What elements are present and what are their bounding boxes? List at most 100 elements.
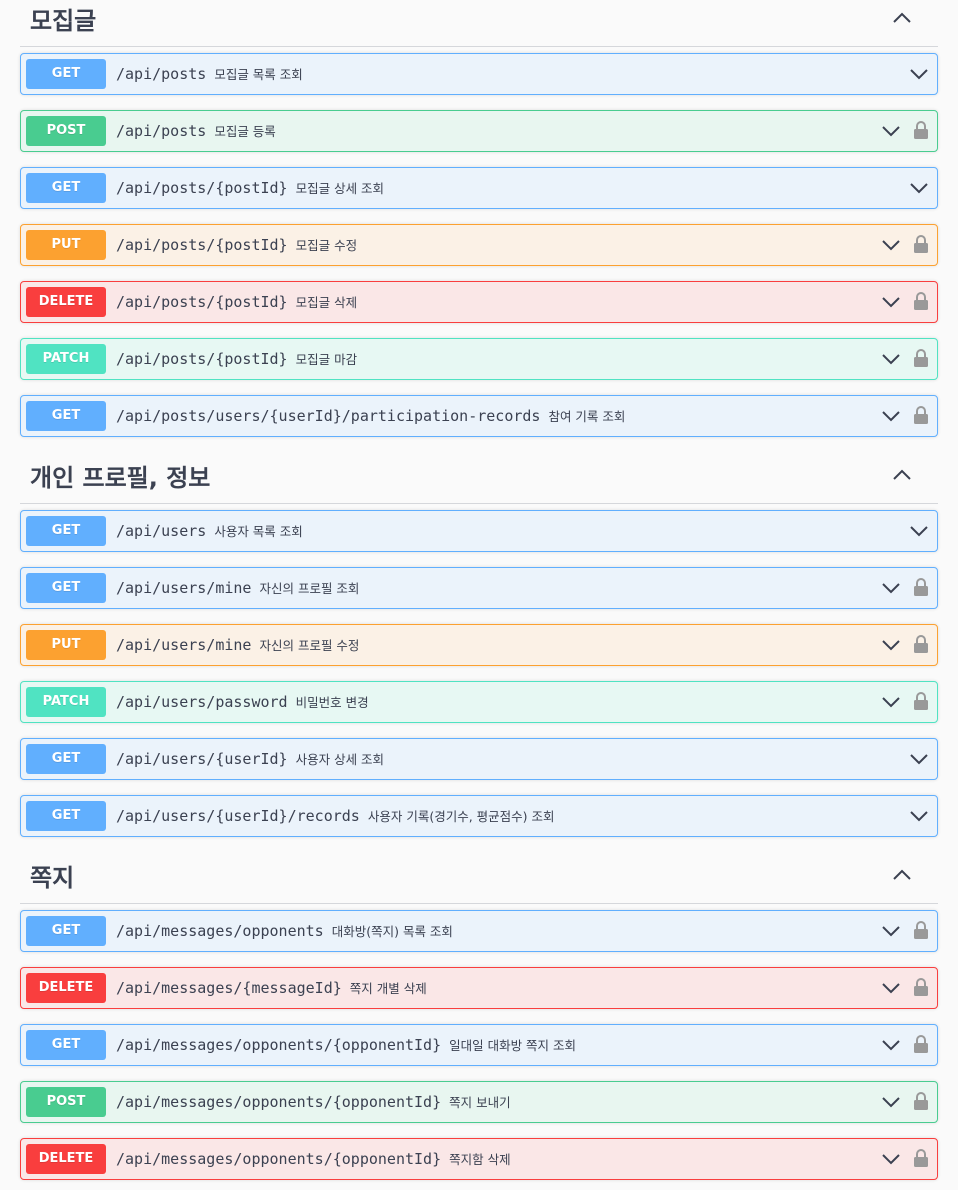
method-badge: GET xyxy=(26,59,106,89)
endpoint-path: /api/posts xyxy=(116,122,207,140)
lock-icon[interactable] xyxy=(913,691,929,711)
chevron-down-icon[interactable] xyxy=(881,294,901,310)
operation-row-get[interactable]: GET/api/users/{userId} 사용자 상세 조회 xyxy=(20,738,938,780)
method-badge: DELETE xyxy=(26,287,106,317)
method-badge: GET xyxy=(26,573,106,603)
endpoint-path: /api/users/{userId} xyxy=(116,750,288,768)
operation-row-post[interactable]: POST/api/posts 모집글 등록 xyxy=(20,110,938,152)
chevron-down-icon[interactable] xyxy=(881,351,901,367)
chevron-down-icon[interactable] xyxy=(909,180,929,196)
chevron-down-icon[interactable] xyxy=(881,123,901,139)
endpoint-path: /api/users xyxy=(116,522,207,540)
endpoint-path: /api/messages/{messageId} xyxy=(116,979,342,997)
chevron-down-icon[interactable] xyxy=(909,808,929,824)
chevron-down-icon[interactable] xyxy=(909,66,929,82)
method-badge: POST xyxy=(26,116,106,146)
lock-icon[interactable] xyxy=(913,920,929,940)
endpoint-description: 쪽지 보내기 xyxy=(449,1095,511,1110)
chevron-up-icon[interactable] xyxy=(892,467,914,485)
endpoint-path: /api/messages/opponents/{opponentId} xyxy=(116,1150,442,1168)
operation-summary: /api/posts/users/{userId}/participation-… xyxy=(116,396,625,436)
section-title: 모집글 xyxy=(30,7,97,35)
method-badge: POST xyxy=(26,1087,106,1117)
endpoint-description: 자신의 프로필 조회 xyxy=(259,581,360,596)
lock-icon[interactable] xyxy=(913,1034,929,1054)
operation-summary: /api/users/{userId}/records 사용자 기록(경기수, 평… xyxy=(116,796,555,836)
operation-row-delete[interactable]: DELETE/api/messages/opponents/{opponentI… xyxy=(20,1138,938,1180)
endpoint-path: /api/users/{userId}/records xyxy=(116,807,360,825)
operation-row-patch[interactable]: PATCH/api/users/password 비밀번호 변경 xyxy=(20,681,938,723)
method-badge: GET xyxy=(26,173,106,203)
lock-icon[interactable] xyxy=(913,120,929,140)
chevron-down-icon[interactable] xyxy=(881,980,901,996)
endpoint-path: /api/posts/{postId} xyxy=(116,293,288,311)
operation-row-get[interactable]: GET/api/posts/{postId} 모집글 상세 조회 xyxy=(20,167,938,209)
chevron-down-icon[interactable] xyxy=(881,923,901,939)
lock-icon[interactable] xyxy=(913,405,929,425)
endpoint-description: 모집글 목록 조회 xyxy=(214,67,303,82)
method-badge: GET xyxy=(26,1030,106,1060)
chevron-down-icon[interactable] xyxy=(881,580,901,596)
operation-row-put[interactable]: PUT/api/posts/{postId} 모집글 수정 xyxy=(20,224,938,266)
operation-summary: /api/users/password 비밀번호 변경 xyxy=(116,682,369,722)
operation-summary: /api/posts/{postId} 모집글 삭제 xyxy=(116,282,357,322)
method-badge: GET xyxy=(26,801,106,831)
operation-row-get[interactable]: GET/api/messages/opponents/{opponentId} 일… xyxy=(20,1024,938,1066)
endpoint-description: 모집글 등록 xyxy=(214,124,276,139)
operation-summary: /api/messages/{messageId} 쪽지 개별 삭제 xyxy=(116,968,427,1008)
method-badge: PATCH xyxy=(26,687,106,717)
swagger-api-list: 모집글 GET/api/posts 모집글 목록 조회 POST/api/posts 모… xyxy=(0,0,958,1190)
endpoint-path: /api/users/mine xyxy=(116,579,252,597)
operation-row-delete[interactable]: DELETE/api/posts/{postId} 모집글 삭제 xyxy=(20,281,938,323)
operation-summary: /api/messages/opponents 대화방(쪽지) 목록 조회 xyxy=(116,911,453,951)
lock-icon[interactable] xyxy=(913,291,929,311)
operation-summary: /api/users/{userId} 사용자 상세 조회 xyxy=(116,739,384,779)
operation-row-post[interactable]: POST/api/messages/opponents/{opponentId}… xyxy=(20,1081,938,1123)
lock-icon[interactable] xyxy=(913,634,929,654)
operation-row-get[interactable]: GET/api/posts 모집글 목록 조회 xyxy=(20,53,938,95)
section-header[interactable]: 모집글 xyxy=(20,0,938,47)
operation-row-get[interactable]: GET/api/users/mine 자신의 프로필 조회 xyxy=(20,567,938,609)
operation-row-patch[interactable]: PATCH/api/posts/{postId} 모집글 마감 xyxy=(20,338,938,380)
chevron-down-icon[interactable] xyxy=(881,694,901,710)
endpoint-description: 사용자 목록 조회 xyxy=(214,524,303,539)
method-badge: DELETE xyxy=(26,973,106,1003)
method-badge: DELETE xyxy=(26,1144,106,1174)
operation-row-get[interactable]: GET/api/users 사용자 목록 조회 xyxy=(20,510,938,552)
operation-row-get[interactable]: GET/api/users/{userId}/records 사용자 기록(경기수… xyxy=(20,795,938,837)
section-header[interactable]: 쪽지 xyxy=(20,857,938,904)
operation-summary: /api/users/mine 자신의 프로필 수정 xyxy=(116,625,359,665)
chevron-down-icon[interactable] xyxy=(881,237,901,253)
section-header[interactable]: 개인 프로필, 정보 xyxy=(20,457,938,504)
chevron-down-icon[interactable] xyxy=(881,1037,901,1053)
chevron-down-icon[interactable] xyxy=(909,523,929,539)
lock-icon[interactable] xyxy=(913,977,929,997)
lock-icon[interactable] xyxy=(913,1091,929,1111)
operation-row-get[interactable]: GET/api/posts/users/{userId}/participati… xyxy=(20,395,938,437)
chevron-down-icon[interactable] xyxy=(881,1094,901,1110)
endpoint-description: 사용자 기록(경기수, 평균점수) 조회 xyxy=(367,809,555,824)
chevron-down-icon[interactable] xyxy=(881,637,901,653)
operation-summary: /api/posts 모집글 등록 xyxy=(116,111,276,151)
lock-icon[interactable] xyxy=(913,348,929,368)
operation-summary: /api/messages/opponents/{opponentId} 쪽지 보… xyxy=(116,1082,511,1122)
chevron-up-icon[interactable] xyxy=(892,10,914,28)
lock-icon[interactable] xyxy=(913,577,929,597)
operation-row-put[interactable]: PUT/api/users/mine 자신의 프로필 수정 xyxy=(20,624,938,666)
chevron-up-icon[interactable] xyxy=(892,867,914,885)
operation-summary: /api/users 사용자 목록 조회 xyxy=(116,511,303,551)
lock-icon[interactable] xyxy=(913,1148,929,1168)
method-badge: GET xyxy=(26,744,106,774)
endpoint-path: /api/messages/opponents xyxy=(116,922,324,940)
endpoint-path: /api/messages/opponents/{opponentId} xyxy=(116,1036,442,1054)
chevron-down-icon[interactable] xyxy=(881,408,901,424)
operation-summary: /api/posts/{postId} 모집글 마감 xyxy=(116,339,357,379)
operation-summary: /api/posts/{postId} 모집글 수정 xyxy=(116,225,357,265)
chevron-down-icon[interactable] xyxy=(909,751,929,767)
endpoint-description: 일대일 대화방 쪽지 조회 xyxy=(449,1038,577,1053)
operation-row-get[interactable]: GET/api/messages/opponents 대화방(쪽지) 목록 조회 xyxy=(20,910,938,952)
chevron-down-icon[interactable] xyxy=(881,1151,901,1167)
lock-icon[interactable] xyxy=(913,234,929,254)
operation-row-delete[interactable]: DELETE/api/messages/{messageId} 쪽지 개별 삭제 xyxy=(20,967,938,1009)
endpoint-description: 모집글 상세 조회 xyxy=(295,181,385,196)
